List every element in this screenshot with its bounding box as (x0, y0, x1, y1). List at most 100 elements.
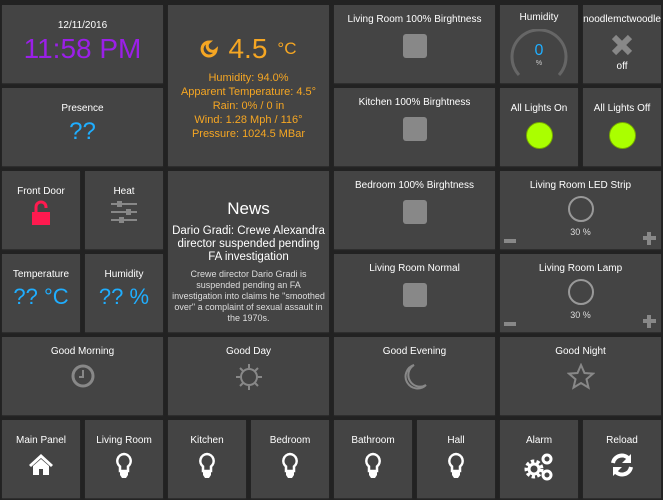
lightbulb-icon (199, 452, 215, 478)
increase-button[interactable] (643, 232, 656, 245)
gauge-value: 0 (534, 42, 544, 59)
status-dot-icon (525, 122, 553, 149)
device-state: off (616, 61, 628, 72)
nav-alarm[interactable]: Alarm (500, 420, 578, 498)
all-lights-on-button[interactable]: All Lights On (500, 88, 578, 166)
clock-date: 12/11/2016 (57, 20, 108, 31)
news-tile: News Dario Gradi: Crewe Alexandra direct… (168, 171, 329, 332)
scene-square-icon (402, 34, 427, 58)
decrease-button[interactable] (504, 322, 516, 326)
tile-title: Kitchen (190, 435, 224, 446)
lightbulb-icon (448, 452, 464, 478)
humidity-gauge-tile: Humidity 0 % (500, 5, 578, 83)
lightbulb-icon (365, 452, 381, 478)
status-dot-icon (608, 122, 636, 149)
tile-title: Good Morning (50, 346, 115, 357)
nav-bedroom[interactable]: Bedroom (251, 420, 329, 498)
tile-title: Main Panel (15, 435, 67, 446)
scene-bedroom-brightness[interactable]: Bedroom 100% Birghtness (334, 171, 495, 249)
tile-title: Front Door (17, 186, 65, 197)
scene-square-icon (402, 117, 427, 141)
routine-good-day[interactable]: Good Day (168, 337, 329, 415)
home-icon (29, 454, 53, 475)
weather-humidity: Humidity: 94.0% (208, 72, 289, 84)
news-headline: Dario Gradi: Crewe Alexandra director su… (172, 225, 325, 263)
clock-icon (71, 364, 94, 388)
weather-rain: Rain: 0% / 0 in (212, 100, 285, 112)
tile-title: Heat (113, 186, 135, 197)
tile-title: Humidity (519, 12, 559, 23)
weather-night-icon (201, 40, 219, 58)
nav-reload[interactable]: Reload (583, 420, 661, 498)
tile-title: Living Room Normal (369, 263, 460, 274)
routine-good-evening[interactable]: Good Evening (334, 337, 495, 415)
gears-icon (524, 453, 553, 481)
close-icon (611, 34, 633, 56)
humidity-tile: Humidity ?? % (85, 254, 163, 332)
scene-square-icon (402, 283, 427, 307)
tile-title: Humidity (104, 269, 144, 280)
temperature-value: ?? (13, 284, 38, 309)
front-door-lock-tile[interactable]: Front Door (2, 171, 80, 249)
temperature-tile: Temperature ?? °C (2, 254, 80, 332)
refresh-icon (611, 453, 633, 477)
dimmer-level: 30 % (570, 310, 591, 320)
scene-square-icon (402, 200, 427, 224)
routine-good-morning[interactable]: Good Morning (2, 337, 163, 415)
moon-icon (404, 364, 427, 390)
dimmer-lamp[interactable]: Living Room Lamp 30 % (500, 254, 661, 332)
presence-value: ?? (69, 118, 96, 145)
humidity-unit: % (129, 284, 150, 309)
tile-title: Bathroom (351, 435, 395, 446)
news-title: News (227, 199, 270, 218)
all-lights-off-button[interactable]: All Lights Off (583, 88, 661, 166)
light-off-icon (567, 279, 594, 305)
star-icon (566, 363, 595, 390)
presence-tile: Presence ?? (2, 88, 163, 166)
tile-title: Hall (447, 435, 465, 446)
lightbulb-icon (282, 452, 298, 478)
nav-hall[interactable]: Hall (417, 420, 495, 498)
clock-tile: 12/11/2016 11:58 PM (2, 5, 163, 83)
scene-living-room-brightness[interactable]: Living Room 100% Birghtness (334, 5, 495, 83)
tile-title: Living Room (96, 435, 152, 446)
tile-title: Good Day (225, 346, 272, 357)
news-body: Crewe director Dario Gradi is suspended … (172, 269, 325, 323)
tile-title: Bedroom (269, 435, 311, 446)
nav-living-room[interactable]: Living Room (85, 420, 163, 498)
tile-title: All Lights On (510, 103, 568, 114)
tile-title: Kitchen 100% Birghtness (358, 97, 471, 108)
routine-good-night[interactable]: Good Night (500, 337, 661, 415)
device-tracker-tile: noodlemctwoodle off (583, 5, 661, 83)
dashboard-grid: 12/11/2016 11:58 PM 4.5 °C Humidity: 94.… (2, 5, 661, 498)
dimmer-led-strip[interactable]: Living Room LED Strip 30 % (500, 171, 661, 249)
tile-title: Living Room Lamp (538, 263, 623, 274)
heat-tile[interactable]: Heat (85, 171, 163, 249)
decrease-button[interactable] (504, 239, 516, 243)
nav-kitchen[interactable]: Kitchen (168, 420, 246, 498)
lightbulb-icon (116, 452, 132, 478)
tile-title: Reload (606, 435, 638, 446)
tile-title: Bedroom 100% Birghtness (355, 180, 474, 191)
weather-unit: °C (277, 39, 297, 58)
nav-main-panel[interactable]: Main Panel (2, 420, 80, 498)
unlock-icon (32, 200, 50, 225)
sun-icon (235, 364, 262, 390)
tile-title: noodlemctwoodle (583, 14, 661, 25)
weather-temp: 4.5 (228, 33, 268, 64)
sliders-icon (111, 201, 137, 223)
weather-tile: 4.5 °C Humidity: 94.0% Apparent Temperat… (168, 5, 329, 166)
dimmer-level: 30 % (570, 227, 591, 237)
increase-button[interactable] (643, 315, 656, 328)
weather-pressure: Pressure: 1024.5 MBar (191, 128, 306, 140)
scene-living-room-normal[interactable]: Living Room Normal (334, 254, 495, 332)
nav-bathroom[interactable]: Bathroom (334, 420, 412, 498)
clock-time: 11:58 PM (23, 33, 142, 64)
tile-title: All Lights Off (593, 103, 651, 114)
tile-title: Living Room 100% Birghtness (347, 14, 482, 25)
scene-kitchen-brightness[interactable]: Kitchen 100% Birghtness (334, 88, 495, 166)
tile-title: Good Evening (382, 346, 447, 357)
tile-title: Good Night (555, 346, 606, 357)
gauge-unit: % (535, 60, 543, 67)
tile-title: Temperature (12, 269, 70, 280)
